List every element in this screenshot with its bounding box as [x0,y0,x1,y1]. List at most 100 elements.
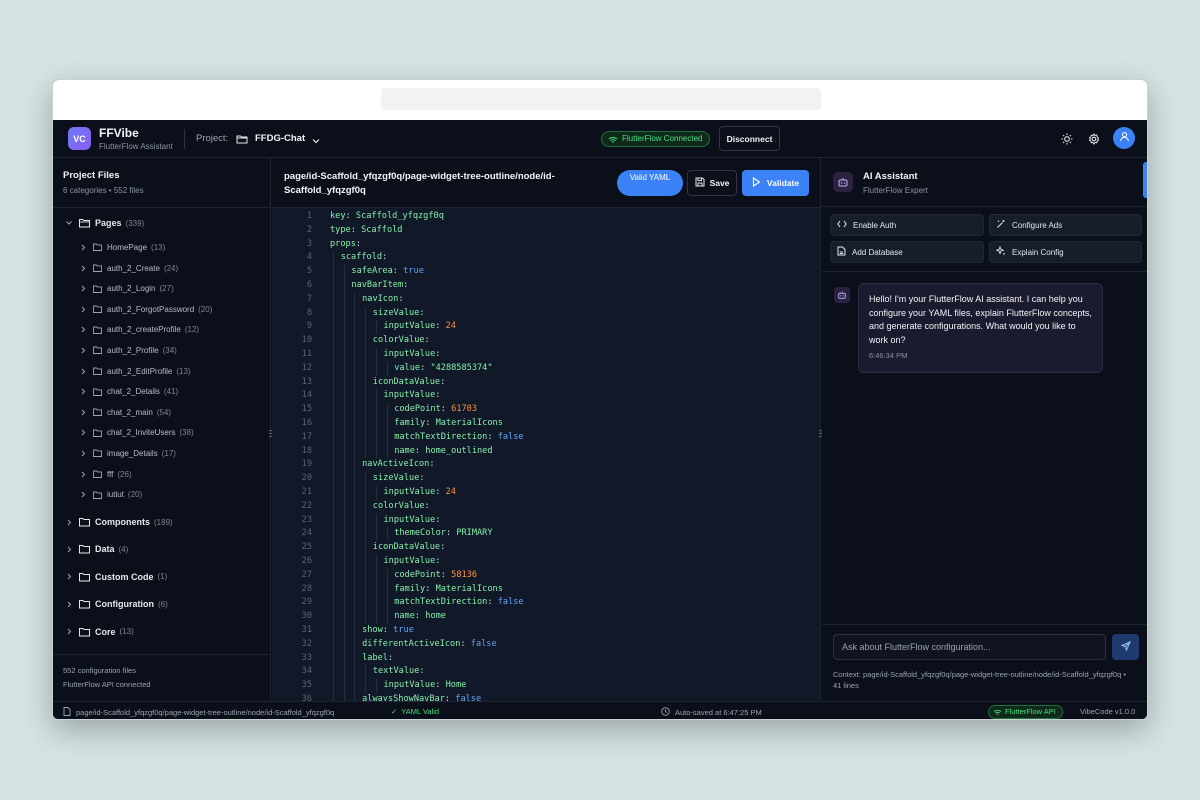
chevron-right-icon[interactable] [63,601,75,608]
code-line[interactable]: 34 textValue: [272,665,820,680]
tree-item-image-details[interactable]: image_Details (17) [77,444,176,462]
user-avatar[interactable] [1113,127,1135,149]
chevron-right-icon[interactable] [77,388,89,395]
line-number: 14 [301,390,312,401]
chevron-right-icon[interactable] [63,519,75,526]
add-database-button[interactable]: Add Database [830,241,984,263]
code-line[interactable]: 10 colorValue: [272,334,820,348]
validate-button[interactable]: Validate [742,170,809,196]
code-line[interactable]: 29 matchTextDirection: false [272,596,820,611]
tree-item-chat-2-main[interactable]: chat_2_main (54) [77,403,171,421]
save-button[interactable]: Save [687,170,737,196]
line-number: 23 [301,514,312,525]
code-line[interactable]: 19 navActiveIcon: [272,458,820,473]
explain-config-button[interactable]: Explain Config [989,241,1142,263]
tree-item-auth-2-forgotpassword[interactable]: auth_2_ForgotPassword (20) [77,300,212,318]
chevron-right-icon[interactable] [77,450,89,457]
chevron-right-icon[interactable] [63,628,75,635]
code-line[interactable]: 2 type: Scaffold [272,224,820,238]
code-line[interactable]: 30 name: home [272,610,820,624]
disconnect-button[interactable]: Disconnect [719,126,780,151]
project-selector[interactable]: FFDG-Chat [255,133,305,144]
tree-category-configuration[interactable]: Configuration (6) [63,595,168,613]
address-bar[interactable] [381,88,821,110]
code-line[interactable]: 17 matchTextDirection: false [272,430,820,445]
chevron-right-icon[interactable] [77,265,89,272]
yaml-value: false [470,638,497,649]
code-line[interactable]: 12 value: "4288585374" [272,361,820,376]
chevron-right-icon[interactable] [63,573,75,580]
configure-ads-button[interactable]: Configure Ads [989,214,1142,236]
code-line[interactable]: 13 iconDataValue: [272,375,820,390]
code-line[interactable]: 20 sizeValue: [272,472,820,486]
chevron-right-icon[interactable] [77,285,89,292]
code-line[interactable]: 36 alwaysShowNavBar: false [272,693,820,701]
code-line[interactable]: 24 themeColor: PRIMARY [272,527,820,542]
valid-yaml-badge[interactable]: Valid YAML [617,170,683,196]
indent-guide [343,541,345,555]
chevron-right-icon[interactable] [77,368,89,375]
code-line[interactable]: 21 inputValue: 24 [272,486,820,500]
tree-category-pages[interactable]: Pages (339) [63,214,144,232]
tree-item-homepage[interactable]: HomePage (13) [77,238,165,256]
code-line[interactable]: 25 iconDataValue: [272,541,820,555]
tree-item-auth-2-profile[interactable]: auth_2_Profile (34) [77,341,177,359]
chevron-right-icon[interactable] [77,326,89,333]
code-line[interactable]: 3 props: [272,238,820,252]
indent-guide [375,486,377,500]
tree-item-auth-2-createprofile[interactable]: auth_2_createProfile (12) [77,321,199,339]
gear-icon[interactable] [1088,132,1100,150]
code-line[interactable]: 23 inputValue: [272,513,820,528]
chevron-right-icon[interactable] [77,491,89,498]
ask-input[interactable] [833,634,1106,660]
code-line[interactable]: 26 inputValue: [272,555,820,569]
enable-auth-button[interactable]: Enable Auth [830,214,984,236]
code-line[interactable]: 28 family: MaterialIcons [272,582,820,597]
code-line[interactable]: 4 scaffold: [272,251,820,266]
code-line[interactable]: 11 inputValue: [272,348,820,362]
tree-category-components[interactable]: Components (189) [63,513,173,531]
tree-category-custom-code[interactable]: Custom Code (1) [63,568,167,586]
panel-scroll-tab[interactable] [1143,162,1147,198]
chevron-right-icon[interactable] [77,347,89,354]
tree-item-chat-2-inviteusers[interactable]: chat_2_InviteUsers (38) [77,424,194,442]
tree-item-fff[interactable]: fff (26) [77,465,132,483]
code-line[interactable]: 27 codePoint: 58136 [272,568,820,583]
tree-item-iutiut[interactable]: iutiut (20) [77,486,142,504]
code-line[interactable]: 31 show: true [272,624,820,638]
code-line[interactable]: 1 key: Scaffold_yfqzgf0q [272,210,820,224]
chevron-right-icon[interactable] [77,429,89,436]
code-line[interactable]: 14 inputValue: [272,389,820,404]
code-line[interactable]: 6 navBarItem: [272,279,820,293]
code-line[interactable]: 35 inputValue: Home [272,679,820,693]
tree-item-auth-2-create[interactable]: auth_2_Create (24) [77,259,178,277]
code-line[interactable]: 22 colorValue: [272,499,820,514]
tree-item-auth-2-editprofile[interactable]: auth_2_EditProfile (13) [77,362,191,380]
tree-item-chat-2-details[interactable]: chat_2_Details (41) [77,383,178,401]
yaml-key: colorValue [372,335,425,346]
chevron-down-icon[interactable] [63,219,75,227]
code-line[interactable]: 15 codePoint: 61703 [272,403,820,417]
chevron-right-icon[interactable] [77,471,89,478]
tree-category-data[interactable]: Data (4) [63,540,128,558]
chevron-down-icon[interactable] [311,133,321,151]
code-line[interactable]: 33 label: [272,651,820,666]
code-line[interactable]: 9 inputValue: 24 [272,320,820,335]
send-button[interactable] [1112,634,1139,660]
tree-item-auth-2-login[interactable]: auth_2_Login (27) [77,280,174,298]
code-area[interactable]: 1 key: Scaffold_yfqzgf0q 2 type: Scaffold 3 p… [272,210,820,701]
chevron-right-icon[interactable] [77,244,89,251]
code-line[interactable]: 32 differentActiveIcon: false [272,637,820,652]
chevron-right-icon[interactable] [77,306,89,313]
code-line[interactable]: 7 navIcon: [272,292,820,307]
line-number: 7 [306,293,312,304]
sun-icon[interactable] [1061,132,1073,150]
code-line[interactable]: 18 name: home_outlined [272,444,820,459]
chevron-right-icon[interactable] [63,546,75,553]
chevron-right-icon[interactable] [77,409,89,416]
code-line[interactable]: 8 sizeValue: [272,306,820,321]
code-line[interactable]: 16 family: MaterialIcons [272,417,820,431]
code-line[interactable]: 5 safeArea: true [272,265,820,279]
yaml-colon: : [429,459,435,470]
tree-category-core[interactable]: Core (13) [63,623,134,641]
